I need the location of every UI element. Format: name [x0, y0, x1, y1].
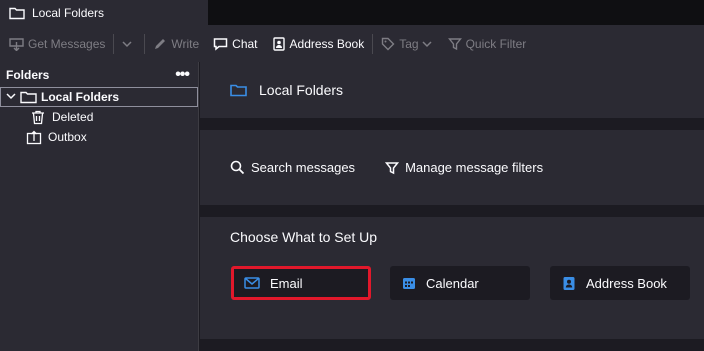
tab-bar: Local Folders: [0, 0, 704, 25]
toolbar-separator: [144, 33, 146, 54]
filter-icon: [385, 161, 400, 174]
folder-item-label: Local Folders: [41, 90, 120, 104]
folder-icon: [20, 91, 37, 104]
quick-filter-label: Quick Filter: [465, 36, 527, 51]
setup-calendar-button[interactable]: Calendar: [390, 266, 530, 300]
setup-email-button[interactable]: Email: [231, 266, 371, 300]
folder-icon: [9, 7, 25, 19]
setup-address-book-label: Address Book: [586, 275, 667, 291]
get-messages-menu-button[interactable]: [119, 31, 139, 57]
setup-address-book-button[interactable]: Address Book: [550, 266, 690, 300]
account-header: Local Folders: [200, 62, 704, 118]
toolbar-separator: [113, 33, 115, 54]
get-messages-label: Get Messages: [28, 36, 106, 51]
calendar-icon: [403, 278, 415, 289]
setup-calendar-label: Calendar: [426, 275, 479, 291]
chevron-down-icon: [422, 40, 432, 47]
more-options-icon[interactable]: •••: [175, 66, 190, 83]
folder-item-label: Deleted: [52, 110, 94, 124]
write-label: Write: [171, 36, 200, 51]
toolbar-separator: [372, 33, 374, 54]
setup-email-label: Email: [270, 275, 303, 291]
search-messages-label: Search messages: [251, 160, 356, 175]
setup-section: Choose What to Set Up Email Calendar Add…: [200, 217, 704, 339]
account-central: Local Folders Search messages Manage mes…: [200, 62, 704, 351]
tab-local-folders[interactable]: Local Folders: [0, 0, 208, 25]
pencil-icon: [155, 38, 166, 49]
folder-pane: Folders ••• Local Folders Deleted Outbox: [0, 62, 199, 351]
folder-pane-header: Folders •••: [0, 62, 198, 87]
folder-item-local-folders[interactable]: Local Folders: [0, 87, 198, 107]
main-toolbar: Get Messages Write Chat Address Book Tag…: [0, 25, 704, 62]
chat-icon: [213, 37, 228, 51]
manage-filters-button[interactable]: Manage message filters: [385, 160, 543, 175]
account-actions: Search messages Manage message filters: [200, 130, 704, 205]
address-book-button[interactable]: Address Book: [269, 31, 368, 57]
tab-title: Local Folders: [32, 5, 105, 20]
manage-filters-label: Manage message filters: [405, 160, 544, 175]
search-messages-button[interactable]: Search messages: [230, 160, 355, 175]
setup-title: Choose What to Set Up: [230, 229, 378, 245]
download-icon: [9, 37, 24, 51]
folder-icon: [230, 84, 247, 97]
chevron-down-icon: [6, 93, 16, 100]
tag-button[interactable]: Tag: [378, 31, 438, 57]
filter-icon: [447, 37, 462, 50]
folder-pane-title: Folders: [6, 67, 50, 82]
chat-label: Chat: [232, 36, 258, 51]
folder-item-outbox[interactable]: Outbox: [0, 127, 198, 147]
chat-button[interactable]: Chat: [210, 31, 260, 57]
address-book-label: Address Book: [289, 36, 365, 51]
outbox-icon: [26, 130, 42, 144]
quick-filter-button[interactable]: Quick Filter: [445, 31, 530, 57]
chevron-down-icon: [122, 40, 132, 47]
email-icon: [244, 277, 260, 289]
address-book-icon: [563, 276, 575, 290]
get-messages-button[interactable]: Get Messages: [6, 31, 108, 57]
address-book-icon: [272, 36, 285, 51]
page-title: Local Folders: [259, 82, 344, 98]
tag-icon: [382, 37, 395, 50]
write-button[interactable]: Write: [150, 31, 202, 57]
folder-item-label: Outbox: [48, 130, 87, 144]
folder-item-deleted[interactable]: Deleted: [0, 107, 198, 127]
search-icon: [230, 160, 245, 175]
tag-label: Tag: [399, 36, 419, 51]
trash-icon: [32, 110, 44, 124]
